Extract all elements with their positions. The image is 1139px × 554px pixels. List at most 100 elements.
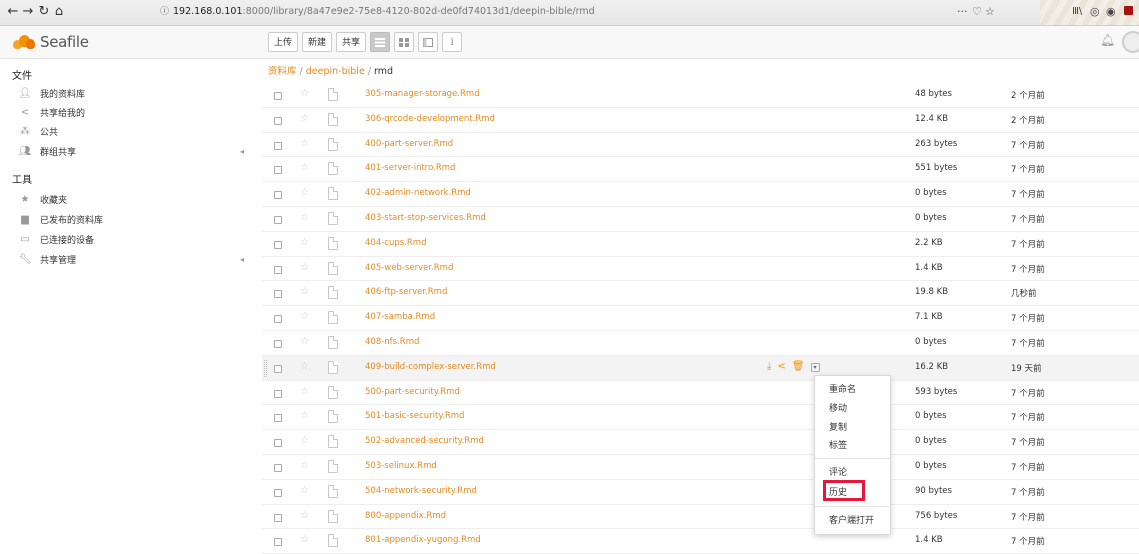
star-icon[interactable]: ☆: [300, 88, 309, 99]
file-row[interactable]: ☆ 400-part-server.Rmd 263 bytes 7 个月前: [262, 133, 1139, 158]
file-row[interactable]: ☆ 500-part-security.Rmd 593 bytes 7 个月前: [262, 381, 1139, 406]
file-name[interactable]: 409-build-complex-server.Rmd: [365, 362, 496, 372]
reload-icon[interactable]: ↻: [37, 4, 51, 20]
file-name[interactable]: 400-part-server.Rmd: [365, 139, 453, 149]
file-row[interactable]: ☆ 407-samba.Rmd 7.1 KB 7 个月前: [262, 306, 1139, 331]
page-actions-icon[interactable]: ···: [957, 4, 968, 20]
share-button[interactable]: 共享: [336, 32, 367, 52]
row-checkbox[interactable]: [274, 488, 282, 497]
file-row[interactable]: ☆ 405-web-server.Rmd 1.4 KB 7 个月前: [262, 257, 1139, 282]
row-checkbox[interactable]: [274, 414, 282, 423]
file-name[interactable]: 800-appendix.Rmd: [365, 511, 446, 521]
caret-left-icon[interactable]: ◂: [240, 147, 244, 156]
file-row[interactable]: ☆ 503-selinux.Rmd 0 bytes 7 个月前: [262, 455, 1139, 480]
seafile-logo[interactable]: Seafile: [12, 30, 89, 54]
star-icon[interactable]: ☆: [300, 187, 309, 198]
star-icon[interactable]: ☆: [300, 138, 309, 149]
menu-item-open-client[interactable]: 客户端打开: [829, 513, 874, 526]
row-checkbox[interactable]: [274, 538, 282, 547]
library-icon[interactable]: Ⅲ\: [1072, 4, 1082, 20]
menu-item-move[interactable]: 移动: [829, 401, 847, 414]
column-view-button[interactable]: [418, 32, 439, 52]
back-arrow-icon[interactable]: ←: [6, 4, 20, 20]
file-row[interactable]: ☆ 401-server-intro.Rmd 551 bytes 7 个月前: [262, 157, 1139, 183]
home-icon[interactable]: ⌂: [52, 4, 66, 20]
row-checkbox[interactable]: [274, 191, 282, 200]
file-name[interactable]: 406-ftp-server.Rmd: [365, 287, 447, 297]
row-checkbox[interactable]: [274, 339, 282, 348]
grid-view-button[interactable]: [394, 32, 415, 52]
avatar[interactable]: [1122, 31, 1139, 53]
sidebar-item-devices[interactable]: ▭ 已连接的设备: [18, 231, 248, 247]
bookmark-star-icon[interactable]: ☆: [985, 4, 995, 20]
row-checkbox[interactable]: [274, 116, 282, 125]
delete-icon[interactable]: 🗑︎: [792, 361, 805, 372]
star-icon[interactable]: ☆: [300, 262, 309, 273]
breadcrumb-root[interactable]: 资料库: [268, 66, 297, 77]
row-checkbox[interactable]: [274, 315, 282, 324]
file-name[interactable]: 501-basic-security.Rmd: [365, 411, 464, 421]
star-icon[interactable]: ☆: [300, 361, 309, 372]
file-row[interactable]: ☆ 306-qrcode-development.Rmd 12.4 KB 2 个月前: [262, 108, 1139, 133]
new-button[interactable]: 新建: [302, 32, 333, 52]
sync-icon[interactable]: ◎: [1090, 4, 1100, 20]
file-name[interactable]: 500-part-security.Rmd: [365, 387, 460, 397]
sidebar-item-published[interactable]: ▆ 已发布的资料库: [18, 211, 248, 227]
file-row[interactable]: ☆ 502-advanced-security.Rmd 0 bytes 7 个月前: [262, 430, 1139, 455]
row-checkbox[interactable]: [274, 265, 282, 274]
file-row[interactable]: ☆ 403-start-stop-services.Rmd 0 bytes 7 个月前: [262, 207, 1139, 232]
star-icon[interactable]: ☆: [300, 386, 309, 397]
star-icon[interactable]: ☆: [300, 212, 309, 223]
forward-arrow-icon[interactable]: →: [21, 4, 35, 20]
file-name[interactable]: 407-samba.Rmd: [365, 312, 435, 322]
file-name[interactable]: 403-start-stop-services.Rmd: [365, 213, 486, 223]
share-icon[interactable]: <: [777, 361, 785, 372]
list-view-button[interactable]: [370, 32, 391, 52]
row-checkbox[interactable]: [274, 364, 282, 373]
star-icon[interactable]: ☆: [300, 460, 309, 471]
menu-item-tags[interactable]: 标签: [829, 438, 847, 451]
file-row[interactable]: ☆ 408-nfs.Rmd 0 bytes 7 个月前: [262, 331, 1139, 356]
row-checkbox[interactable]: [274, 389, 282, 398]
star-icon[interactable]: ☆: [300, 435, 309, 446]
file-row[interactable]: ☆ 504-network-security.Rmd 90 bytes 7 个月前: [262, 480, 1139, 505]
row-checkbox[interactable]: [274, 141, 282, 150]
file-row[interactable]: ☆ 406-ftp-server.Rmd 19.8 KB 几秒前: [262, 281, 1139, 307]
star-icon[interactable]: ☆: [300, 311, 309, 322]
file-row[interactable]: ☆ 801-appendix-yugong.Rmd 1.4 KB 7 个月前: [262, 529, 1139, 554]
download-icon[interactable]: ⤓: [767, 361, 771, 372]
star-icon[interactable]: ☆: [300, 336, 309, 347]
file-row[interactable]: ☆ 409-build-complex-server.Rmd ⤓ < 🗑︎ ▾ 16.2 K…: [262, 355, 1139, 381]
row-checkbox[interactable]: [274, 290, 282, 299]
menu-item-rename[interactable]: 重命名: [829, 382, 856, 395]
row-checkbox[interactable]: [274, 166, 282, 175]
star-icon[interactable]: ☆: [300, 510, 309, 521]
pocket-icon[interactable]: ♡: [972, 4, 982, 20]
file-name[interactable]: 401-server-intro.Rmd: [365, 163, 455, 173]
row-checkbox[interactable]: [274, 215, 282, 224]
file-row[interactable]: ☆ 800-appendix.Rmd 756 bytes 7 个月前: [262, 505, 1139, 530]
sidebar-item-shared-with-me[interactable]: < 共享给我的: [18, 104, 248, 120]
star-icon[interactable]: ☆: [300, 162, 309, 173]
star-icon[interactable]: ☆: [300, 485, 309, 496]
star-icon[interactable]: ☆: [300, 237, 309, 248]
extension-icon[interactable]: [1124, 6, 1133, 15]
caret-left-icon[interactable]: ◂: [240, 255, 244, 264]
file-name[interactable]: 504-network-security.Rmd: [365, 486, 477, 496]
row-checkbox[interactable]: [274, 92, 282, 100]
sidebar-item-share-admin[interactable]: 🔧︎ 共享管理 ◂: [18, 251, 248, 267]
file-name[interactable]: 405-web-server.Rmd: [365, 263, 453, 273]
file-name[interactable]: 408-nfs.Rmd: [365, 337, 419, 347]
star-icon[interactable]: ☆: [300, 410, 309, 421]
file-name[interactable]: 305-manager-storage.Rmd: [365, 89, 480, 99]
file-row[interactable]: ☆ 402-admin-network.Rmd 0 bytes 7 个月前: [262, 182, 1139, 207]
file-name[interactable]: 404-cups.Rmd: [365, 238, 426, 248]
file-row[interactable]: ☆ 305-manager-storage.Rmd 48 bytes 2 个月前: [262, 83, 1139, 108]
file-name[interactable]: 402-admin-network.Rmd: [365, 188, 471, 198]
star-icon[interactable]: ☆: [300, 113, 309, 124]
star-icon[interactable]: ☆: [300, 286, 309, 297]
sidebar-item-my-libraries[interactable]: 👤︎ 我的资料库: [18, 85, 248, 101]
row-checkbox[interactable]: [274, 240, 282, 249]
drag-handle[interactable]: [264, 359, 267, 377]
address-bar[interactable]: ⓘ 192.168.0.101:8000/library/8a47e9e2-75e…: [160, 3, 990, 21]
